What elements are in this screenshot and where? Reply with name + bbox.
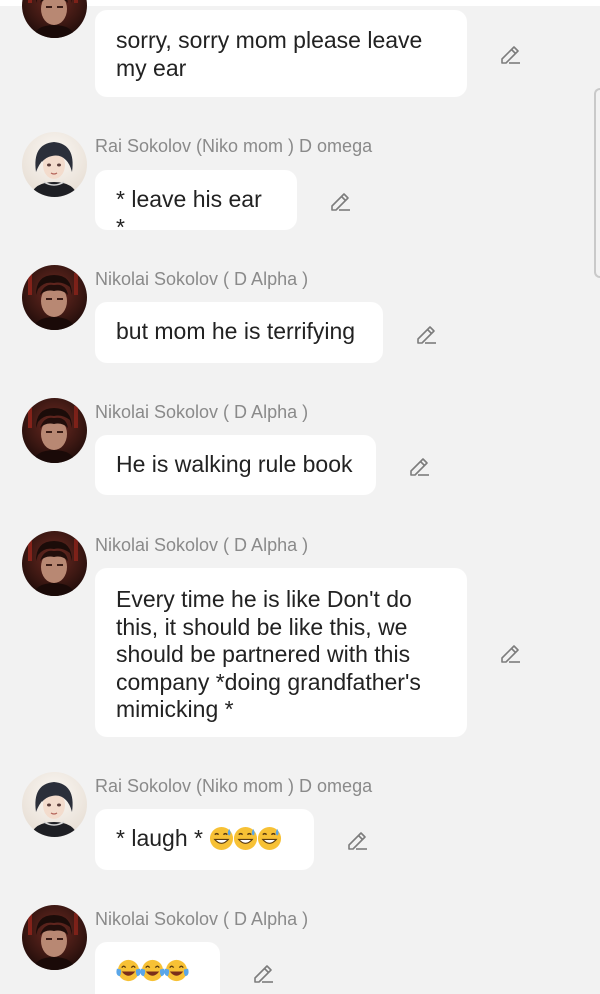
top-strip	[0, 0, 600, 6]
tears-of-joy-emoji-icon	[116, 959, 141, 982]
sweat-smile-emoji-icon	[210, 826, 234, 851]
niko-avatar-icon[interactable]	[22, 0, 87, 38]
message-bubble[interactable]: Every time he is like Don't do this, it …	[95, 568, 467, 737]
niko-avatar-icon[interactable]	[22, 531, 87, 596]
pencil-edit-icon[interactable]	[414, 321, 438, 345]
sender-name: Nikolai Sokolov ( D Alpha )	[95, 909, 309, 929]
message-text: He is walking rule book	[116, 451, 353, 477]
pencil-edit-icon[interactable]	[251, 960, 275, 984]
tears-of-joy-emoji-icon	[164, 959, 189, 982]
sweat-smile-emoji-icon	[258, 826, 282, 851]
message-bubble[interactable]: He is walking rule book	[95, 435, 376, 495]
message-text: Every time he is like Don't do this, it …	[116, 586, 421, 722]
message-text: * leave his ear *	[116, 186, 262, 240]
niko-avatar-icon[interactable]	[22, 905, 87, 970]
tears-of-joy-emoji-icon	[140, 959, 165, 982]
pencil-edit-icon[interactable]	[345, 827, 369, 851]
sender-name: Nikolai Sokolov ( D Alpha )	[95, 269, 309, 289]
message-bubble[interactable]: sorry, sorry mom please leave my ear	[95, 10, 467, 97]
pencil-edit-icon[interactable]	[498, 640, 522, 664]
sender-name: Nikolai Sokolov ( D Alpha )	[95, 535, 309, 555]
message-text: * laugh *	[116, 825, 210, 851]
niko-avatar-icon[interactable]	[22, 265, 87, 330]
pencil-edit-icon[interactable]	[328, 188, 352, 212]
sender-name: Rai Sokolov (Niko mom ) D omega	[95, 776, 373, 796]
pencil-edit-icon[interactable]	[498, 41, 522, 65]
message-bubble[interactable]: but mom he is terrifying	[95, 302, 383, 363]
sender-name: Rai Sokolov (Niko mom ) D omega	[95, 136, 373, 156]
message-bubble[interactable]: * leave his ear *	[95, 170, 297, 240]
message-bubble[interactable]: * laugh *	[95, 809, 314, 870]
message-text: but mom he is terrifying	[116, 318, 356, 344]
sweat-smile-emoji-icon	[234, 826, 258, 851]
rai-avatar-icon[interactable]	[22, 132, 87, 197]
pencil-edit-icon[interactable]	[407, 453, 431, 477]
sender-name: Nikolai Sokolov ( D Alpha )	[95, 402, 309, 422]
rai-avatar-icon[interactable]	[22, 772, 87, 837]
scrollbar[interactable]	[594, 88, 600, 278]
niko-avatar-icon[interactable]	[22, 398, 87, 463]
message-text: sorry, sorry mom please leave my ear	[116, 27, 423, 81]
message-bubble[interactable]	[95, 942, 220, 994]
